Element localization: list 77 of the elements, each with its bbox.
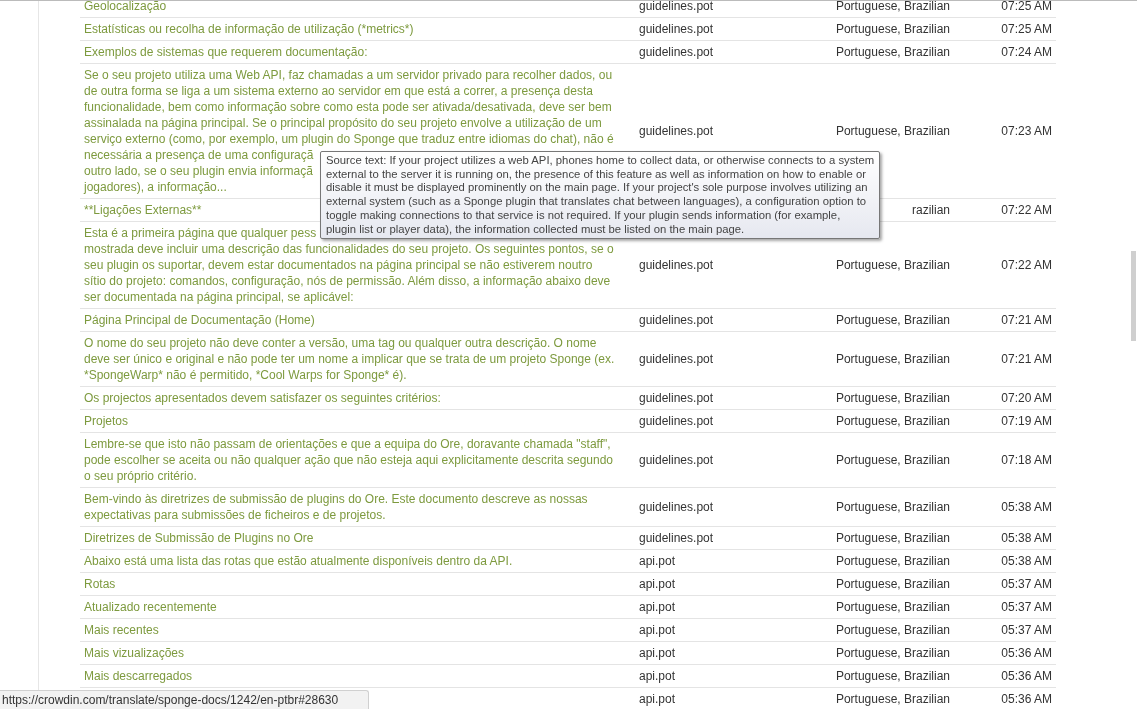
timestamp: 05:37 AM	[1000, 599, 1053, 616]
timestamp: 05:38 AM	[1000, 530, 1053, 547]
source-string[interactable]: Mais vizualizações	[80, 642, 635, 664]
source-string[interactable]: Os projectos apresentados devem satisfazer os seguintes critérios:	[80, 387, 635, 409]
source-string[interactable]: Rotas	[80, 573, 635, 595]
file-name: api.pot	[638, 599, 677, 616]
file-name: api.pot	[638, 668, 677, 685]
file-name: guidelines.pot	[638, 499, 715, 516]
language: Portuguese, Brazilian	[834, 413, 950, 429]
file-name: guidelines.pot	[638, 21, 715, 38]
language: Portuguese, Brazilian	[834, 576, 950, 592]
timestamp: 07:24 AM	[1000, 44, 1053, 61]
language: Portuguese, Brazilian	[834, 123, 950, 139]
source-string[interactable]: Mais descarregados	[80, 665, 635, 687]
language: Portuguese, Brazilian	[834, 390, 950, 406]
timestamp: 05:36 AM	[1000, 668, 1053, 685]
file-name: api.pot	[638, 553, 677, 570]
language: Portuguese, Brazilian	[834, 599, 950, 615]
file-name: guidelines.pot	[638, 257, 715, 274]
scrollbar-thumb[interactable]	[1131, 251, 1136, 341]
source-string[interactable]: Projetos	[80, 410, 635, 432]
timestamp: 05:36 AM	[1000, 691, 1053, 708]
file-name: guidelines.pot	[638, 390, 715, 407]
language: Portuguese, Brazilian	[834, 312, 950, 328]
file-name: guidelines.pot	[638, 530, 715, 547]
language: Portuguese, Brazilian	[834, 691, 950, 707]
source-string[interactable]: Geolocalização	[80, 1, 635, 17]
timestamp: 07:25 AM	[1000, 21, 1053, 38]
file-name: api.pot	[638, 691, 677, 708]
source-string[interactable]: Exemplos de sistemas que requerem documentação:	[80, 41, 635, 63]
language: Portuguese, Brazilian	[834, 530, 950, 546]
timestamp: 05:37 AM	[1000, 576, 1053, 593]
language: Portuguese, Brazilian	[834, 44, 950, 60]
file-name: guidelines.pot	[638, 312, 715, 329]
file-name: guidelines.pot	[638, 44, 715, 61]
timestamp: 05:38 AM	[1000, 499, 1053, 516]
timestamp: 07:18 AM	[1000, 452, 1053, 469]
source-string[interactable]: O nome do seu projeto não deve conter a versão, uma tag ou qualquer outra descrição. O nome deve ser único e original e não pode ter um nome a implicar que se trata de um projeto Sponge (ex. *SpongeWarp* não é permitido, *Cool Warps for Sponge* é).	[80, 332, 635, 386]
language: Portuguese, Brazilian	[834, 452, 950, 468]
timestamp: 07:23 AM	[1000, 123, 1053, 140]
timestamp: 07:21 AM	[1000, 312, 1053, 329]
source-string[interactable]: Lembre-se que isto não passam de orientações e que a equipa do Ore, doravante chamada "staff", pode escolher se aceita ou não qualquer ação que não esteja aqui explicitamente descrita segundo o seu próprio critério.	[80, 433, 635, 487]
language: Portuguese, Brazilian	[834, 668, 950, 684]
source-string[interactable]: Atualizado recentemente	[80, 596, 635, 618]
timestamp: 05:37 AM	[1000, 622, 1053, 639]
file-name: api.pot	[638, 622, 677, 639]
file-name: guidelines.pot	[638, 413, 715, 430]
timestamp: 07:25 AM	[1000, 1, 1053, 15]
language: Portuguese, Brazilian	[834, 351, 950, 367]
language: Portuguese, Brazilian	[834, 1, 950, 14]
timestamp: 05:38 AM	[1000, 553, 1053, 570]
file-name: guidelines.pot	[638, 351, 715, 368]
source-string[interactable]: Estatísticas ou recolha de informação de utilização (*metrics*)	[80, 18, 635, 40]
source-string[interactable]: Mais recentes	[80, 619, 635, 641]
file-name: guidelines.pot	[638, 123, 715, 140]
status-url: https://crowdin.com/translate/sponge-docs/1242/en-ptbr#28630	[0, 690, 370, 709]
language: Portuguese, Brazilian	[834, 257, 950, 273]
timestamp: 05:36 AM	[1000, 645, 1053, 662]
language: Portuguese, Brazilian	[834, 21, 950, 37]
source-string[interactable]: Bem-vindo às diretrizes de submissão de plugins do Ore. Este documento descreve as nossas expectativas para submissões de ficheiros e de projetos.	[80, 488, 635, 526]
timestamp: 07:22 AM	[1000, 202, 1053, 219]
source-string[interactable]: Diretrizes de Submissão de Plugins no Ore	[80, 527, 635, 549]
language: Portuguese, Brazilian	[834, 622, 950, 638]
language: Portuguese, Brazilian	[834, 645, 950, 661]
language: Portuguese, Brazilian	[834, 553, 950, 569]
file-name: api.pot	[638, 645, 677, 662]
file-name: api.pot	[638, 576, 677, 593]
timestamp: 07:22 AM	[1000, 257, 1053, 274]
timestamp: 07:19 AM	[1000, 413, 1053, 430]
source-text-tooltip: Source text: If your project utilizes a web API, phones home to collect data, or otherwise connects to a system external to the server it is running on, the presence of this feature as well as information on how to enable or disable it must be displayed prominently on the main page. If your project's sole purpose involves utilizing an external system (such as a Sponge plugin that translates chat between languages), a configuration option to toggle making connections to that service is not required. If your plugin sends information (for example, plugin list or player data), the information collected must be listed on the main page.	[320, 151, 881, 240]
file-name: guidelines.pot	[638, 1, 715, 15]
timestamp: 07:21 AM	[1000, 351, 1053, 368]
source-string[interactable]: Abaixo está uma lista das rotas que estão atualmente disponíveis dentro da API.	[80, 550, 635, 572]
language: Portuguese, Brazilian	[834, 499, 950, 515]
source-string[interactable]: Página Principal de Documentação (Home)	[80, 309, 635, 331]
file-name: guidelines.pot	[638, 452, 715, 469]
timestamp: 07:20 AM	[1000, 390, 1053, 407]
